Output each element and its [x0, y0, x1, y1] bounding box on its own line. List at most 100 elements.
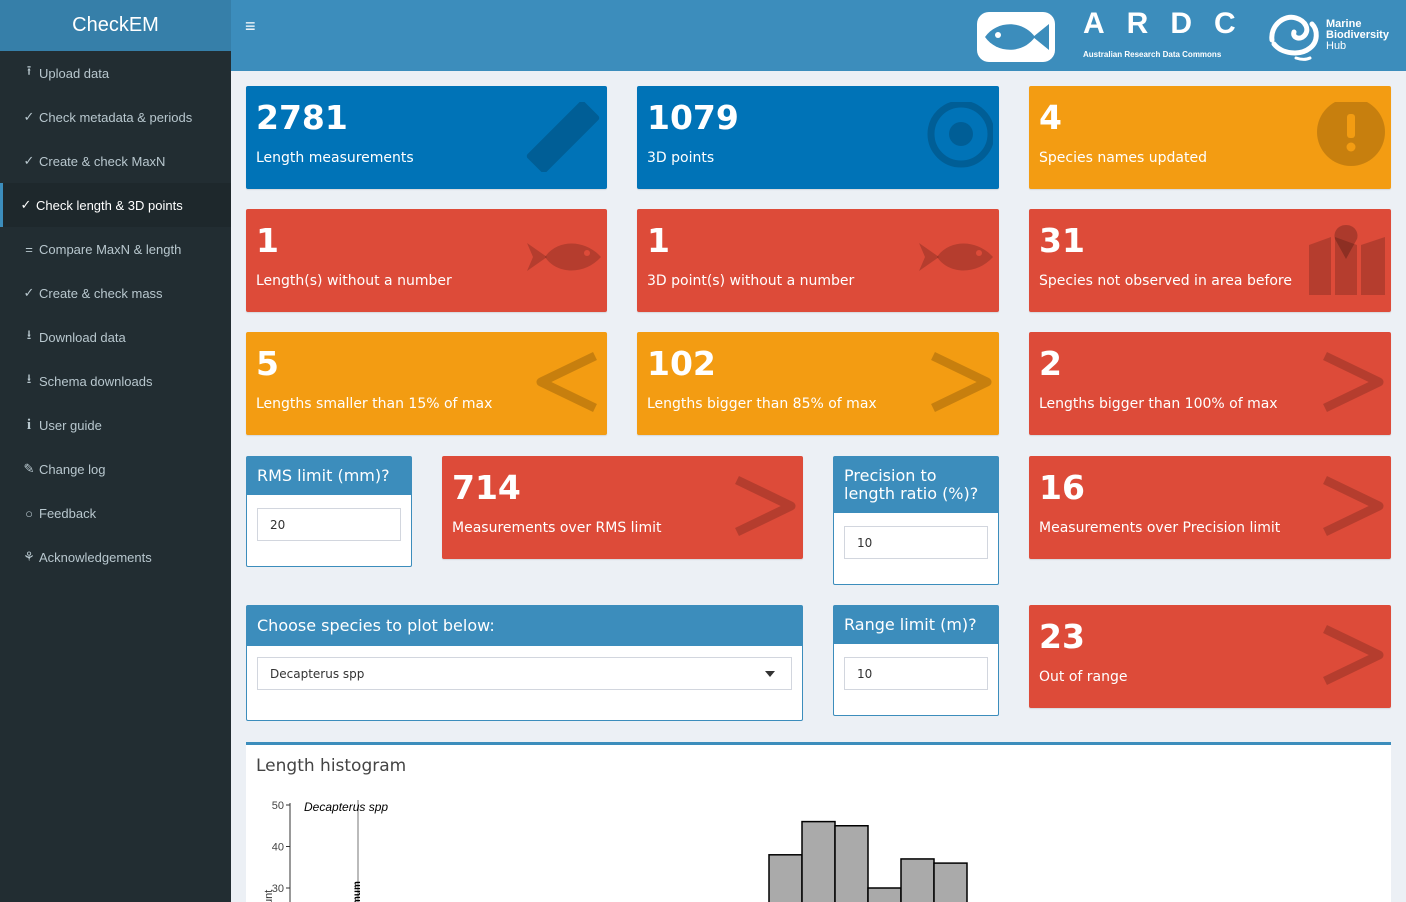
- sidebar: CheckEM ⭱ Upload data ✓ Check metadata & pe…: [0, 0, 231, 902]
- map-icon: [1309, 225, 1385, 295]
- points-3d-box: 1079 3D points: [637, 86, 999, 189]
- over-rms-box: 714 Measurements over RMS limit: [442, 456, 803, 559]
- sidebar-item-label: Upload data: [39, 65, 110, 81]
- equals-icon: =: [25, 241, 33, 257]
- maximum-line-label: mum: [352, 881, 363, 902]
- sidebar-item-check-length-3d-points[interactable]: ✓ Check length & 3D points: [0, 183, 231, 227]
- info-icon: i: [26, 416, 32, 433]
- comment-icon: ○: [25, 505, 33, 521]
- menu-toggle-icon[interactable]: ≡: [245, 16, 256, 37]
- hub-name-line3: Hub: [1326, 40, 1347, 52]
- sidebar-item-schema-downloads[interactable]: ⭳ Schema downloads: [0, 359, 231, 403]
- histogram-bar: [933, 862, 968, 902]
- hub-swirl-icon: [1269, 14, 1319, 61]
- sidebar-item-label: Schema downloads: [39, 373, 153, 389]
- ruler-icon: [526, 102, 600, 172]
- y-tick-label: 50: [272, 800, 284, 812]
- histogram-bar: [867, 887, 902, 902]
- species-updated-value: 4: [1039, 98, 1062, 137]
- species-select-title: Choose species to plot below:: [247, 606, 802, 646]
- y-ticks: 30 40 50: [272, 800, 290, 895]
- fish-logo-icon: [977, 12, 1055, 62]
- sidebar-menu: ⭱ Upload data ✓ Check metadata & periods ✓ Cr…: [0, 51, 231, 579]
- precision-limit-box: Precision to length ratio (%)? 10: [833, 456, 999, 585]
- rms-limit-title: RMS limit (mm)?: [247, 457, 411, 495]
- length-histogram-box: Decapterus spp unt mum 30 40 50 Length his…: [246, 742, 1391, 902]
- app-logo[interactable]: CheckEM: [0, 0, 231, 51]
- sidebar-item-user-guide[interactable]: i User guide: [0, 403, 231, 447]
- sidebar-item-label: User guide: [39, 417, 102, 433]
- over-rms-value: 714: [452, 468, 521, 507]
- bigger-85-label: Lengths bigger than 85% of max: [647, 396, 877, 412]
- sidebar-item-label: Compare MaxN & length: [39, 241, 182, 257]
- ardc-subtitle: Australian Research Data Commons: [1083, 50, 1222, 59]
- precision-limit-input[interactable]: 10: [844, 526, 988, 559]
- species-select-value: Decapterus spp: [270, 666, 365, 681]
- exclamation-icon: [1317, 102, 1385, 166]
- species-updated-label: Species names updated: [1039, 150, 1207, 166]
- over-precision-value: 16: [1039, 468, 1085, 507]
- greater-than-icon: [931, 351, 992, 413]
- species-updated-box: 4 Species names updated: [1029, 86, 1391, 189]
- range-limit-input[interactable]: 10: [844, 657, 988, 690]
- y-tick-label: 30: [272, 883, 284, 895]
- sidebar-item-label: Acknowledgements: [39, 549, 152, 565]
- bigger-100-box: 2 Lengths bigger than 100% of max: [1029, 332, 1391, 435]
- sidebar-item-label: Change log: [39, 461, 106, 477]
- bullseye-icon: [927, 102, 993, 168]
- points-3d-value: 1079: [647, 98, 739, 137]
- rms-limit-input[interactable]: 20: [257, 508, 401, 541]
- greater-than-icon: [1323, 351, 1384, 413]
- species-not-observed-box: 31 Species not observed in area before: [1029, 209, 1391, 312]
- points-no-number-value: 1: [647, 221, 670, 260]
- fish-icon: [527, 243, 601, 271]
- greater-than-icon: [735, 475, 796, 537]
- sidebar-item-create-check-maxn[interactable]: ✓ Create & check MaxN: [0, 139, 231, 183]
- edit-icon: ✎: [23, 461, 35, 476]
- greater-than-icon: [1323, 624, 1384, 686]
- bigger-85-box: 102 Lengths bigger than 85% of max: [637, 332, 999, 435]
- marine-biodiversity-hub-logo: Marine Biodiversity Hub: [1266, 10, 1406, 64]
- histogram-bar: [900, 858, 935, 902]
- points-no-number-label: 3D point(s) without a number: [647, 273, 855, 289]
- hub-name: Marine Biodiversity Hub: [1326, 19, 1389, 52]
- sidebar-item-acknowledgements[interactable]: ⚘ Acknowledgements: [0, 535, 231, 579]
- check-icon: ✓: [20, 197, 32, 212]
- histogram-bar: [834, 825, 869, 902]
- species-select-box: Choose species to plot below: Decapterus…: [246, 605, 803, 721]
- length-no-number-value: 1: [256, 221, 279, 260]
- chevron-down-icon[interactable]: [765, 671, 775, 677]
- histogram-bar: [768, 854, 803, 902]
- smaller-15-label: Lengths smaller than 15% of max: [256, 396, 493, 412]
- fish-icon: [919, 243, 993, 271]
- sidebar-item-label: Create & check mass: [39, 285, 163, 301]
- top-header: ≡ ARDC Australian Research Data Commons …: [231, 0, 1406, 71]
- sidebar-item-download-data[interactable]: ⭳ Download data: [0, 315, 231, 359]
- species-select[interactable]: Decapterus spp: [257, 657, 792, 690]
- points-3d-label: 3D points: [647, 150, 715, 166]
- less-than-icon: [536, 351, 597, 413]
- sidebar-item-compare-maxn-length[interactable]: = Compare MaxN & length: [0, 227, 231, 271]
- bigger-100-value: 2: [1039, 344, 1062, 383]
- check-icon: ✓: [23, 109, 35, 124]
- length-no-number-label: Length(s) without a number: [256, 273, 452, 289]
- sidebar-item-label: Feedback: [39, 505, 97, 521]
- precision-limit-title: Precision to length ratio (%)?: [834, 457, 998, 513]
- histogram-axes: [289, 800, 359, 902]
- sidebar-item-change-log[interactable]: ✎ Change log: [0, 447, 231, 491]
- out-of-range-box: 23 Out of range: [1029, 605, 1391, 708]
- length-measurements-label: Length measurements: [256, 150, 414, 166]
- smaller-15-value: 5: [256, 344, 279, 383]
- sidebar-item-label: Create & check MaxN: [39, 153, 166, 169]
- species-not-observed-label: Species not observed in area before: [1039, 273, 1292, 289]
- check-icon: ✓: [23, 285, 35, 300]
- sidebar-item-create-check-mass[interactable]: ✓ Create & check mass: [0, 271, 231, 315]
- sidebar-item-feedback[interactable]: ○ Feedback: [0, 491, 231, 535]
- histogram-bars: [768, 820, 968, 902]
- length-histogram-chart: Decapterus spp unt mum 304050: [263, 800, 968, 902]
- sidebar-item-upload-data[interactable]: ⭱ Upload data: [0, 51, 231, 95]
- greater-than-icon: [1323, 475, 1384, 537]
- check-icon: ✓: [23, 153, 35, 168]
- ardc-letters: ARDC: [1083, 7, 1258, 40]
- sidebar-item-check-metadata-periods[interactable]: ✓ Check metadata & periods: [0, 95, 231, 139]
